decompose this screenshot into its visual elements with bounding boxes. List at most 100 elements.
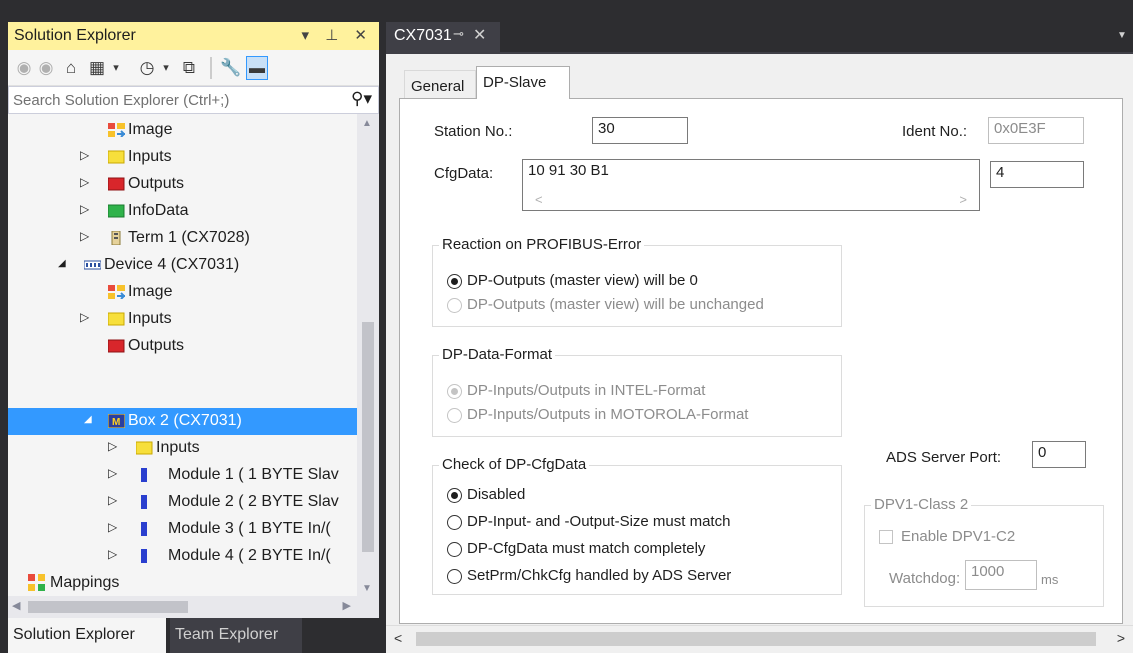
home-icon[interactable]: ⌂ xyxy=(60,56,82,80)
dp-data-format-group: DP-Data-Format DP-Inputs/Outputs in INTE… xyxy=(432,346,842,437)
tree-item-label: InfoData xyxy=(128,202,189,219)
tree-item-label: Module 4 ( 2 BYTE In/( xyxy=(168,547,331,564)
pin-icon[interactable]: ⊸ xyxy=(453,26,464,42)
expand-arrow-icon[interactable]: ▷ xyxy=(108,520,117,534)
forward-icon[interactable]: ◉ xyxy=(36,56,56,80)
tree-item-label: Image xyxy=(128,121,173,138)
tab-solution-explorer[interactable]: Solution Explorer xyxy=(8,618,166,653)
radio-handled-by-ads-server[interactable] xyxy=(447,569,462,584)
scroll-up-icon[interactable]: ▲ xyxy=(362,118,372,129)
expand-arrow-icon[interactable]: ▷ xyxy=(108,466,117,480)
tree-vertical-scrollbar[interactable]: ▲ ▼ xyxy=(357,114,379,596)
cfgdata-value: 10 91 30 B1 xyxy=(528,162,609,179)
scroll-left-icon[interactable]: < xyxy=(535,192,543,207)
properties-icon[interactable]: 🔧 xyxy=(220,56,242,80)
radio-label: DP-Outputs (master view) will be unchang… xyxy=(467,296,764,313)
search-input[interactable]: Search Solution Explorer (Ctrl+;) xyxy=(13,92,229,109)
tree-item-outputs[interactable]: ▷ Outputs xyxy=(8,171,357,198)
cfgdata-length-field[interactable]: 4 xyxy=(990,161,1084,188)
radio-outputs-unchanged xyxy=(447,298,462,313)
tree-horizontal-scrollbar[interactable]: ◀ ▶ xyxy=(8,596,357,618)
tree-item-infodata[interactable]: ▷ InfoData xyxy=(8,198,357,225)
dropdown-arrow-icon[interactable]: ▾ xyxy=(110,56,122,80)
watchdog-unit: ms xyxy=(1041,572,1059,587)
radio-outputs-zero[interactable] xyxy=(447,274,462,289)
radio-label: Disabled xyxy=(467,486,526,503)
scroll-down-icon[interactable]: ▼ xyxy=(362,583,372,594)
expand-arrow-icon[interactable]: ▷ xyxy=(108,493,117,507)
tree-item-label: Outputs xyxy=(128,175,185,192)
tree-item-inputs[interactable]: ▷ Inputs xyxy=(8,306,357,333)
tree-item-mappings[interactable]: Mappings xyxy=(8,570,357,596)
scroll-left-icon[interactable]: ◀ xyxy=(12,599,20,612)
document-list-dropdown-icon[interactable]: ▼ xyxy=(1117,30,1127,41)
solution-explorer-bottom-tabs: Solution Explorer Team Explorer xyxy=(8,618,379,653)
tree-item-module-2[interactable]: ▷ Module 2 ( 2 BYTE Slav xyxy=(8,489,357,516)
cfgdata-horizontal-scrollbar[interactable]: < > xyxy=(523,192,979,210)
collapse-arrow-icon[interactable]: ◢ xyxy=(84,414,92,425)
scroll-right-icon[interactable]: ▶ xyxy=(343,599,351,612)
back-icon[interactable]: ◉ xyxy=(14,56,34,80)
tree-item-inputs[interactable]: ▷ Inputs xyxy=(8,144,357,171)
radio-disabled[interactable] xyxy=(447,488,462,503)
expand-arrow-icon[interactable]: ▷ xyxy=(108,547,117,561)
collapse-all-icon[interactable]: ⧉ xyxy=(178,56,200,80)
radio-size-must-match[interactable] xyxy=(447,515,462,530)
box-icon: M xyxy=(108,414,125,428)
radio-label: SetPrm/ChkCfg handled by ADS Server xyxy=(467,567,732,584)
tree-item-image[interactable]: Image xyxy=(8,279,357,306)
expand-arrow-icon[interactable]: ▷ xyxy=(108,439,117,453)
scrollbar-thumb[interactable] xyxy=(416,632,1096,646)
pending-changes-icon[interactable]: ◷ xyxy=(136,56,158,80)
cfgdata-field[interactable]: 10 91 30 B1 < > xyxy=(522,159,980,211)
tree-item-module-4[interactable]: ▷ Module 4 ( 2 BYTE In/( xyxy=(8,543,357,570)
tree-item-box-2[interactable]: ◢ M Box 2 (CX7031) xyxy=(8,408,357,435)
panel-window-buttons[interactable]: ▾ ⊥ ✕ xyxy=(302,26,374,44)
expand-arrow-icon[interactable]: ▷ xyxy=(80,148,89,162)
scrollbar-thumb[interactable] xyxy=(362,322,374,552)
tree-item-module-3[interactable]: ▷ Module 3 ( 1 BYTE In/( xyxy=(8,516,357,543)
scrollbar-thumb[interactable] xyxy=(28,601,188,613)
search-box[interactable]: Search Solution Explorer (Ctrl+;) ⚲▾ xyxy=(8,86,379,114)
scroll-right-icon[interactable]: > xyxy=(1117,630,1125,646)
tree-item-image[interactable]: Image xyxy=(8,117,357,144)
cfgdata-label: CfgData: xyxy=(434,165,494,182)
module-icon xyxy=(141,549,147,563)
tree-item-label: Outputs xyxy=(128,337,185,354)
switch-views-icon[interactable]: ▦ xyxy=(86,56,108,80)
tree-item-term-1[interactable]: ▷ Term 1 (CX7028) xyxy=(8,225,357,252)
radio-cfgdata-must-match[interactable] xyxy=(447,542,462,557)
radio-label: DP-Outputs (master view) will be 0 xyxy=(467,272,698,289)
tree-item-inputs[interactable]: ▷ Inputs xyxy=(8,435,357,462)
module-icon xyxy=(141,522,147,536)
panel-title: Solution Explorer xyxy=(14,27,136,44)
scrollbar-corner xyxy=(357,596,379,618)
preview-selected-icon[interactable]: ▬ xyxy=(246,56,268,80)
radio-label: DP-Inputs/Outputs in INTEL-Format xyxy=(467,382,706,399)
collapse-arrow-icon[interactable]: ◢ xyxy=(58,258,66,269)
scroll-left-icon[interactable]: < xyxy=(394,630,402,646)
tree-item-module-1[interactable]: ▷ Module 1 ( 1 BYTE Slav xyxy=(8,462,357,489)
tree-item-outputs[interactable]: Outputs xyxy=(8,333,357,360)
radio-label: DP-Inputs/Outputs in MOTOROLA-Format xyxy=(467,406,749,423)
document-horizontal-scrollbar[interactable]: < > xyxy=(386,625,1133,653)
document-tab[interactable]: CX7031 ⊸ ✕ xyxy=(386,22,500,52)
close-icon[interactable]: ✕ xyxy=(473,25,486,45)
dropdown-arrow-icon[interactable]: ▾ xyxy=(160,56,172,80)
station-no-field[interactable]: 30 xyxy=(592,117,688,144)
expand-arrow-icon[interactable]: ▷ xyxy=(80,310,89,324)
tree-item-device-4[interactable]: ◢ Device 4 (CX7031) xyxy=(8,252,357,279)
ads-server-port-field[interactable]: 0 xyxy=(1032,441,1086,468)
dp-slave-tab-panel: Station No.: 30 Ident No.: 0x0E3F CfgDat… xyxy=(399,98,1123,624)
infodata-icon xyxy=(108,204,125,218)
search-icon[interactable]: ⚲▾ xyxy=(351,89,372,109)
tab-team-explorer[interactable]: Team Explorer xyxy=(170,618,302,653)
expand-arrow-icon[interactable]: ▷ xyxy=(80,175,89,189)
tab-dp-slave[interactable]: DP-Slave xyxy=(476,66,570,99)
expand-arrow-icon[interactable]: ▷ xyxy=(80,202,89,216)
tab-general[interactable]: General xyxy=(404,70,476,100)
module-icon xyxy=(141,495,147,509)
scroll-right-icon[interactable]: > xyxy=(959,192,967,207)
expand-arrow-icon[interactable]: ▷ xyxy=(80,229,89,243)
reaction-on-profibus-error-group: Reaction on PROFIBUS-Error DP-Outputs (m… xyxy=(432,236,842,327)
